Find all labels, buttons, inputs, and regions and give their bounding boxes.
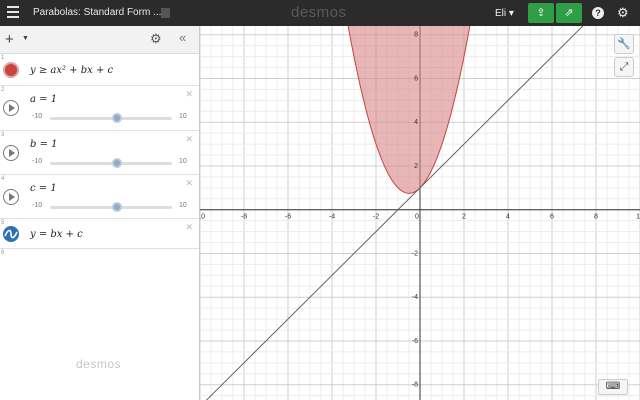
desmos-logo: desmos	[291, 4, 347, 21]
add-expression-button[interactable]: +	[5, 31, 14, 48]
play-icon[interactable]	[3, 100, 19, 116]
user-menu[interactable]: Eli ▾	[495, 8, 514, 19]
expression-input[interactable]: c = 1	[30, 183, 57, 194]
wrench-icon[interactable]: 🔧	[614, 34, 634, 54]
x-tick-label: -6	[285, 214, 291, 221]
x-tick-label: 2	[462, 214, 466, 221]
color-swatch-icon[interactable]	[3, 62, 19, 78]
export-button[interactable]: ⇗	[556, 3, 582, 23]
slider-max[interactable]: 10	[179, 158, 187, 165]
expression-number: 6	[1, 250, 5, 256]
x-tick-label: -4	[329, 214, 335, 221]
expression-number: 3	[1, 132, 5, 138]
gear-icon[interactable]: ⚙	[150, 31, 162, 47]
expression-row-6[interactable]: 6	[0, 249, 199, 269]
expression-row-1[interactable]: 1 y ≥ ax² + bx + c	[0, 54, 199, 86]
zoom-fit-icon[interactable]: ⤢	[614, 57, 634, 77]
graph-canvas[interactable]: -10 -8 -6 -4 -2 0 2 4 6 8 10 8 6 4 2 -2 -4 -6 -8	[200, 26, 640, 400]
help-icon[interactable]: ?	[592, 7, 604, 19]
slider-min[interactable]: -10	[32, 113, 42, 120]
share-button[interactable]: ⇪	[528, 3, 554, 23]
x-tick-label: 8	[594, 214, 598, 221]
close-icon[interactable]: ✕	[185, 222, 193, 233]
expression-row-2[interactable]: 2 a = 1 ✕ -10 10	[0, 86, 199, 131]
x-tick-label: -8	[241, 214, 247, 221]
wave-icon[interactable]	[3, 226, 19, 242]
expression-number: 4	[1, 176, 5, 182]
slider-max[interactable]: 10	[179, 113, 187, 120]
y-tick-label: 2	[414, 163, 418, 170]
expression-input[interactable]: b = 1	[30, 139, 58, 150]
y-tick-label: 8	[414, 32, 418, 39]
play-icon[interactable]	[3, 189, 19, 205]
collapse-panel-icon[interactable]: «	[179, 30, 186, 45]
expression-row-5[interactable]: 5 y = bx + c ✕	[0, 219, 199, 249]
expression-row-4[interactable]: 4 c = 1 ✕ -10 10	[0, 175, 199, 219]
expression-input[interactable]: a = 1	[30, 94, 57, 105]
hamburger-icon[interactable]	[7, 6, 19, 20]
expression-input[interactable]: y = bx + c	[30, 229, 83, 240]
expression-number: 1	[1, 55, 5, 61]
slider-track[interactable]	[50, 113, 172, 123]
x-tick-label: 6	[550, 214, 554, 221]
x-tick-label: -10	[200, 214, 205, 221]
save-icon[interactable]	[161, 8, 170, 18]
footer-desmos-logo: desmos	[76, 357, 122, 371]
x-tick-label: 10	[636, 214, 640, 221]
slider-min[interactable]: -10	[32, 202, 42, 209]
play-icon[interactable]	[3, 145, 19, 161]
y-tick-label: -4	[412, 294, 418, 301]
slider-thumb[interactable]	[112, 158, 123, 168]
top-bar: Parabolas: Standard Form ... desmos Eli …	[0, 0, 640, 26]
slider-thumb[interactable]	[112, 113, 123, 123]
keyboard-icon[interactable]: ⌨	[598, 379, 628, 395]
y-tick-label: -6	[412, 338, 418, 345]
x-tick-label: 0	[415, 214, 419, 221]
x-tick-label: -2	[373, 214, 379, 221]
chevron-down-icon[interactable]: ▼	[22, 35, 29, 42]
graph-title[interactable]: Parabolas: Standard Form ...	[33, 7, 161, 18]
y-tick-label: -8	[412, 382, 418, 389]
export-icon: ⇗	[564, 7, 574, 19]
expression-number: 2	[1, 87, 5, 93]
close-icon[interactable]: ✕	[185, 89, 193, 100]
expression-panel: + ▼ ⚙ « 1 y ≥ ax² + bx + c 2 a = 1 ✕ -10…	[0, 26, 200, 400]
expression-panel-header: + ▼ ⚙ «	[0, 26, 199, 54]
y-tick-label: 4	[414, 119, 418, 126]
slider-track[interactable]	[50, 158, 172, 168]
slider-min[interactable]: -10	[32, 158, 42, 165]
x-tick-label: 4	[506, 214, 510, 221]
y-tick-label: -2	[412, 250, 418, 257]
close-icon[interactable]: ✕	[185, 134, 193, 145]
slider-track[interactable]	[50, 202, 172, 212]
expression-input[interactable]: y ≥ ax² + bx + c	[30, 65, 113, 76]
y-tick-label: 6	[414, 75, 418, 82]
settings-gear-icon[interactable]: ⚙	[617, 5, 629, 21]
slider-thumb[interactable]	[112, 202, 123, 212]
share-icon: ⇪	[536, 7, 546, 19]
expression-row-3[interactable]: 3 b = 1 ✕ -10 10	[0, 131, 199, 175]
slider-max[interactable]: 10	[179, 202, 187, 209]
close-icon[interactable]: ✕	[185, 178, 193, 189]
